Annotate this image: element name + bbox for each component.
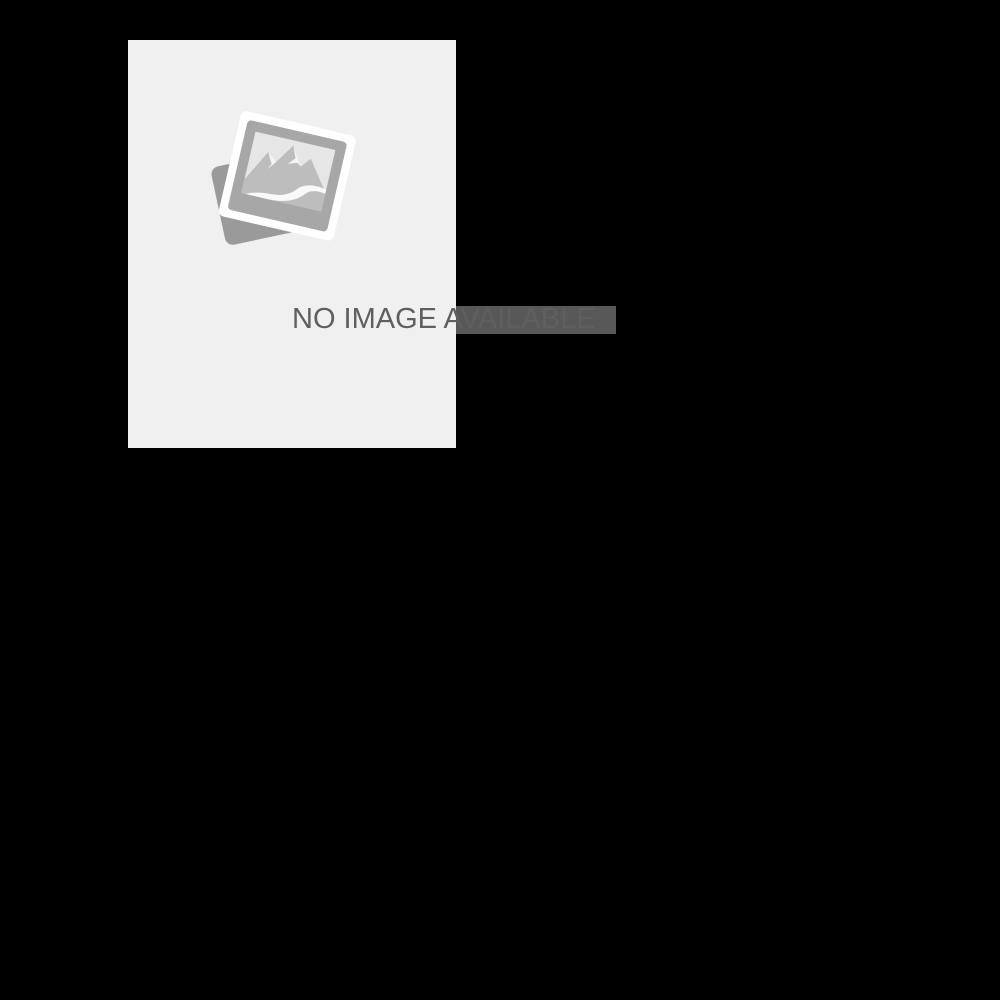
photo-placeholder-icon [211, 111, 356, 245]
no-image-caption: NO IMAGE AVAILABLE [286, 300, 616, 338]
caption-overlay [456, 306, 616, 334]
page: NO IMAGE AVAILABLE [0, 0, 1000, 1000]
